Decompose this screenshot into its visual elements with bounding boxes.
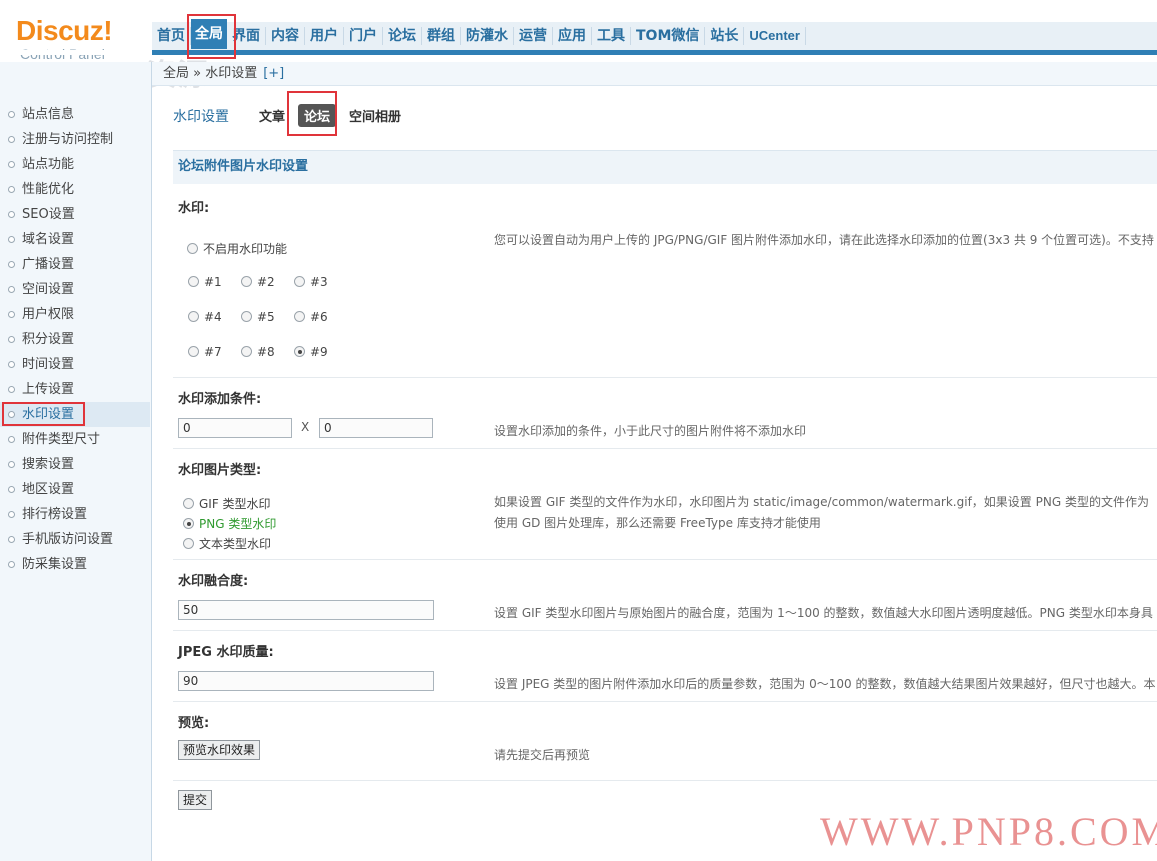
preview-hint: 请先提交后再预览 (494, 748, 591, 762)
divider (173, 701, 1157, 702)
sidebar-menu: 站点信息 注册与访问控制 站点功能 性能优化 SEO设置 域名设置 广播设置 空… (0, 102, 150, 577)
option-gif-watermark[interactable]: GIF 类型水印 (183, 495, 271, 512)
jpeg-quality-label: JPEG 水印质量: (178, 645, 274, 660)
nav-operations[interactable]: 运营 (514, 27, 553, 45)
sidebar: 站点信息 注册与访问控制 站点功能 性能优化 SEO设置 域名设置 广播设置 空… (0, 62, 152, 861)
watermark-label: 水印: (178, 201, 210, 216)
divider (173, 448, 1157, 449)
radio-icon[interactable] (241, 276, 252, 287)
radio-icon[interactable] (188, 276, 199, 287)
sidebar-item-credits[interactable]: 积分设置 (0, 327, 150, 352)
sidebar-item-upload[interactable]: 上传设置 (0, 377, 150, 402)
position-4[interactable]: #4 (188, 310, 222, 324)
image-type-hint-1: 如果设置 GIF 类型的文件作为水印，水印图片为 static/image/co… (494, 495, 1149, 509)
position-6[interactable]: #6 (294, 310, 328, 324)
nav-portal[interactable]: 门户 (344, 27, 383, 45)
sidebar-item-mobile[interactable]: 手机版访问设置 (0, 527, 150, 552)
nav-apps[interactable]: 应用 (553, 27, 592, 45)
condition-separator: X (301, 420, 310, 434)
tab-album[interactable]: 空间相册 (346, 104, 404, 127)
watermark-hint: 您可以设置自动为用户上传的 JPG/PNG/GIF 图片附件添加水印，请在此选择… (494, 233, 1154, 247)
radio-icon[interactable] (294, 311, 305, 322)
radio-icon[interactable] (188, 346, 199, 357)
radio-icon[interactable] (183, 538, 194, 549)
condition-hint: 设置水印添加的条件，小于此尺寸的图片附件将不添加水印 (494, 424, 807, 438)
breadcrumb-toggle[interactable]: [+] (263, 66, 284, 81)
blend-label: 水印融合度: (178, 574, 249, 589)
option-text-watermark[interactable]: 文本类型水印 (183, 535, 271, 552)
option-disable-watermark[interactable]: 不启用水印功能 (187, 240, 287, 257)
radio-icon[interactable] (241, 346, 252, 357)
radio-icon[interactable] (187, 243, 198, 254)
condition-height-input[interactable]: 0 (319, 418, 433, 438)
preview-button[interactable]: 预览水印效果 (178, 740, 261, 760)
nav-forum[interactable]: 论坛 (383, 27, 422, 45)
radio-icon[interactable] (241, 311, 252, 322)
jpeg-quality-input[interactable]: 90 (178, 671, 434, 691)
logo-brand: Discuz! (16, 15, 113, 46)
sidebar-item-site-features[interactable]: 站点功能 (0, 152, 150, 177)
highlight-tab-forum (287, 91, 337, 136)
preview-label: 预览: (178, 716, 210, 731)
position-2[interactable]: #2 (241, 275, 275, 289)
divider (173, 377, 1157, 378)
sidebar-item-space[interactable]: 空间设置 (0, 277, 150, 302)
radio-icon[interactable] (183, 518, 194, 529)
divider (173, 780, 1157, 781)
section-title: 论坛附件图片水印设置 (173, 150, 1157, 184)
nav-home[interactable]: 首页 (152, 27, 191, 45)
nav-content[interactable]: 内容 (266, 27, 305, 45)
sidebar-item-user-permissions[interactable]: 用户权限 (0, 302, 150, 327)
sidebar-item-site-info[interactable]: 站点信息 (0, 102, 150, 127)
sidebar-item-register-access[interactable]: 注册与访问控制 (0, 127, 150, 152)
option-png-watermark[interactable]: PNG 类型水印 (183, 515, 276, 532)
top-nav: 首页 全局 界面 内容 用户 门户 论坛 群组 防灌水 运营 应用 工具 TOM… (152, 19, 1157, 50)
nav-antispam[interactable]: 防灌水 (461, 27, 514, 45)
sidebar-item-ranking[interactable]: 排行榜设置 (0, 502, 150, 527)
radio-icon[interactable] (294, 276, 305, 287)
tab-article[interactable]: 文章 (256, 104, 288, 127)
blend-input[interactable]: 50 (178, 600, 434, 620)
nav-tools[interactable]: 工具 (592, 27, 631, 45)
main-content: 水印设置 文章 论坛 空间相册 论坛附件图片水印设置 水印: 不启用水印功能 您… (152, 86, 1157, 861)
sidebar-item-search[interactable]: 搜索设置 (0, 452, 150, 477)
nav-ucenter[interactable]: UCenter (744, 27, 806, 45)
condition-width-input[interactable]: 0 (178, 418, 292, 438)
position-5[interactable]: #5 (241, 310, 275, 324)
divider (173, 559, 1157, 560)
sidebar-item-attachment-types[interactable]: 附件类型尺寸 (0, 427, 150, 452)
blend-hint: 设置 GIF 类型水印图片与原始图片的融合度，范围为 1～100 的整数，数值越… (494, 606, 1153, 620)
position-8[interactable]: #8 (241, 345, 275, 359)
highlight-sidebar-watermark (2, 402, 85, 426)
position-3[interactable]: #3 (294, 275, 328, 289)
submit-button[interactable]: 提交 (178, 790, 213, 810)
sidebar-item-anti-scrape[interactable]: 防采集设置 (0, 552, 150, 577)
image-type-hint-2: 使用 GD 图片处理库，那么还需要 FreeType 库支持才能使用 (494, 516, 821, 530)
sidebar-item-region[interactable]: 地区设置 (0, 477, 150, 502)
sidebar-item-time[interactable]: 时间设置 (0, 352, 150, 377)
nav-tom-wechat[interactable]: TOM微信 (631, 27, 706, 45)
sidebar-item-seo[interactable]: SEO设置 (0, 202, 150, 227)
radio-icon[interactable] (188, 311, 199, 322)
position-1[interactable]: #1 (188, 275, 222, 289)
sidebar-item-domain[interactable]: 域名设置 (0, 227, 150, 252)
divider (173, 630, 1157, 631)
image-type-label: 水印图片类型: (178, 463, 262, 478)
breadcrumb: 全局 » 水印设置 [+] (152, 62, 1157, 86)
radio-icon[interactable] (183, 498, 194, 509)
position-9[interactable]: #9 (294, 345, 328, 359)
breadcrumb-path: 全局 » 水印设置 (163, 66, 258, 81)
position-7[interactable]: #7 (188, 345, 222, 359)
nav-groups[interactable]: 群组 (422, 27, 461, 45)
nav-webmaster[interactable]: 站长 (705, 27, 745, 45)
page-title: 水印设置 (173, 109, 229, 125)
sidebar-item-broadcast[interactable]: 广播设置 (0, 252, 150, 277)
radio-icon[interactable] (294, 346, 305, 357)
condition-label: 水印添加条件: (178, 392, 262, 407)
highlight-nav-global (187, 14, 236, 59)
sidebar-item-performance[interactable]: 性能优化 (0, 177, 150, 202)
site-watermark: WWW.PNP8.COM (820, 809, 1157, 854)
nav-users[interactable]: 用户 (305, 27, 344, 45)
jpeg-quality-hint: 设置 JPEG 类型的图片附件添加水印后的质量参数，范围为 0～100 的整数，… (494, 677, 1156, 691)
